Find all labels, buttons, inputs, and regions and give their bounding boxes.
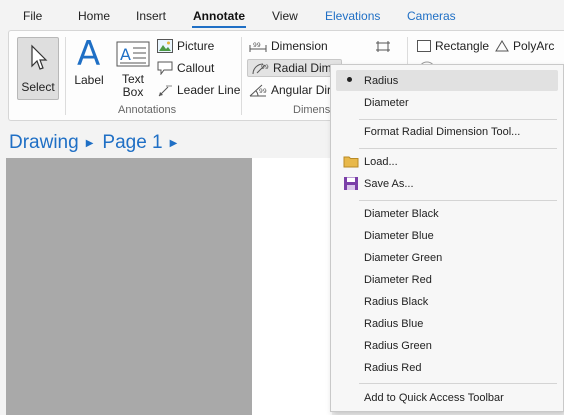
picture-button[interactable]: Picture: [157, 39, 214, 53]
annotations-group-label: Annotations: [118, 104, 177, 116]
group-separator: [241, 37, 242, 115]
menu-separator: [359, 119, 557, 120]
menu-item-add-to-quick-access[interactable]: Add to Quick Access Toolbar: [336, 387, 558, 408]
menu-separator: [359, 200, 557, 201]
menu-item-label: Radius Blue: [364, 317, 424, 330]
menu-item-load[interactable]: Load...: [336, 151, 558, 172]
callout-button[interactable]: Callout: [157, 61, 214, 75]
menu-item-label: Radius Red: [364, 361, 422, 374]
svg-text:99: 99: [259, 88, 267, 95]
picture-label: Picture: [177, 39, 215, 53]
menu-item-label: Save As...: [364, 177, 414, 190]
menu-item-label: Diameter Black: [364, 207, 439, 220]
selected-bullet-icon: [347, 77, 352, 82]
drawing-canvas-background[interactable]: [6, 158, 252, 415]
dimension-label: Dimension: [271, 39, 328, 53]
label-label: Label: [74, 73, 104, 87]
menu-item-label: Diameter Green: [364, 251, 443, 264]
letter-a-icon: A: [77, 34, 101, 74]
text-box-button[interactable]: A Text Box: [113, 39, 153, 101]
dimension-settings-icon[interactable]: [374, 40, 392, 54]
polyarc-button[interactable]: PolyArc: [495, 39, 554, 53]
rectangle-label: Rectangle: [435, 39, 490, 53]
menu-item-label: Add to Quick Access Toolbar: [364, 391, 504, 404]
menu-item-save-as[interactable]: Save As...: [336, 173, 558, 194]
callout-label: Callout: [177, 61, 215, 75]
tab-file[interactable]: File: [23, 9, 42, 23]
polyarc-icon: [495, 40, 509, 52]
angular-dimension-icon: 99: [249, 84, 267, 97]
menu-item-label: Radius Black: [364, 295, 429, 308]
chevron-right-icon[interactable]: ▶: [170, 138, 178, 149]
svg-text:A: A: [120, 45, 131, 64]
tab-view[interactable]: View: [272, 9, 298, 23]
menu-item-radius[interactable]: Radius: [336, 70, 558, 91]
radial-dimension-button[interactable]: 99 Radial Dime: [247, 59, 343, 77]
menu-item-preset[interactable]: Radius Green: [336, 335, 558, 356]
radial-dimension-icon: 99: [252, 63, 269, 75]
menu-item-label: Load...: [364, 155, 398, 168]
radial-dimension-label: Radial Dime: [273, 61, 339, 75]
angular-dimension-button[interactable]: 99 Angular Dir: [249, 83, 331, 97]
chevron-right-icon: ▶: [85, 137, 94, 149]
menu-separator: [359, 383, 557, 384]
select-label: Select: [21, 80, 55, 94]
dimension-button[interactable]: 99 Dimension: [249, 39, 328, 53]
menu-separator: [359, 148, 557, 149]
rectangle-icon: [417, 40, 431, 52]
breadcrumb-drawing[interactable]: Drawing: [9, 132, 79, 154]
tab-cameras[interactable]: Cameras: [407, 9, 456, 23]
menu-item-label: Diameter Red: [364, 273, 432, 286]
select-button[interactable]: Select: [17, 37, 59, 100]
menu-item-preset[interactable]: Radius Red: [336, 357, 558, 378]
leader-line-icon: [158, 85, 172, 97]
save-disk-icon: [344, 177, 358, 190]
leader-line-button[interactable]: Leader Line: [157, 83, 240, 97]
ribbon-tab-bar: File Home Insert Annotate View Elevation…: [0, 0, 564, 30]
menu-item-label: Diameter: [364, 96, 409, 109]
angular-dimension-label: Angular Dir: [271, 83, 332, 97]
tab-home[interactable]: Home: [78, 9, 110, 23]
tab-elevations[interactable]: Elevations: [325, 9, 380, 23]
callout-icon: [157, 61, 173, 75]
menu-item-format[interactable]: Format Radial Dimension Tool...: [336, 121, 558, 142]
leader-line-label: Leader Line: [177, 83, 241, 97]
polyarc-label: PolyArc: [513, 39, 555, 53]
group-separator: [65, 37, 66, 115]
label-button[interactable]: A Label: [71, 35, 107, 97]
rectangle-button[interactable]: Rectangle: [417, 39, 489, 53]
menu-item-diameter[interactable]: Diameter: [336, 92, 558, 113]
radial-dimension-context-menu: Radius Diameter Format Radial Dimension …: [330, 64, 564, 412]
text-box-label-line2: Box: [122, 85, 144, 99]
text-box-icon: A: [116, 41, 150, 67]
dimension-icon: 99: [249, 42, 267, 52]
svg-text:99: 99: [261, 64, 269, 71]
menu-item-preset[interactable]: Diameter Blue: [336, 225, 558, 246]
menu-item-label: Radius Green: [364, 339, 432, 352]
menu-item-label: Format Radial Dimension Tool...: [364, 125, 521, 138]
menu-item-preset[interactable]: Diameter Green: [336, 247, 558, 268]
folder-icon: [343, 156, 359, 168]
menu-item-preset[interactable]: Diameter Red: [336, 269, 558, 290]
picture-icon: [157, 39, 173, 53]
dimensions-group-label: Dimens: [293, 104, 331, 116]
breadcrumb-page[interactable]: Page 1: [102, 132, 162, 154]
svg-text:99: 99: [253, 42, 261, 49]
arrow-cursor-icon: [31, 44, 48, 70]
tab-annotate[interactable]: Annotate: [192, 9, 246, 28]
tab-insert[interactable]: Insert: [136, 9, 166, 23]
menu-item-preset[interactable]: Radius Black: [336, 291, 558, 312]
menu-item-preset[interactable]: Diameter Black: [336, 203, 558, 224]
menu-item-label: Radius: [364, 74, 399, 87]
drawing-page[interactable]: [252, 158, 332, 415]
menu-item-preset[interactable]: Radius Blue: [336, 313, 558, 334]
menu-item-label: Diameter Blue: [364, 229, 434, 242]
